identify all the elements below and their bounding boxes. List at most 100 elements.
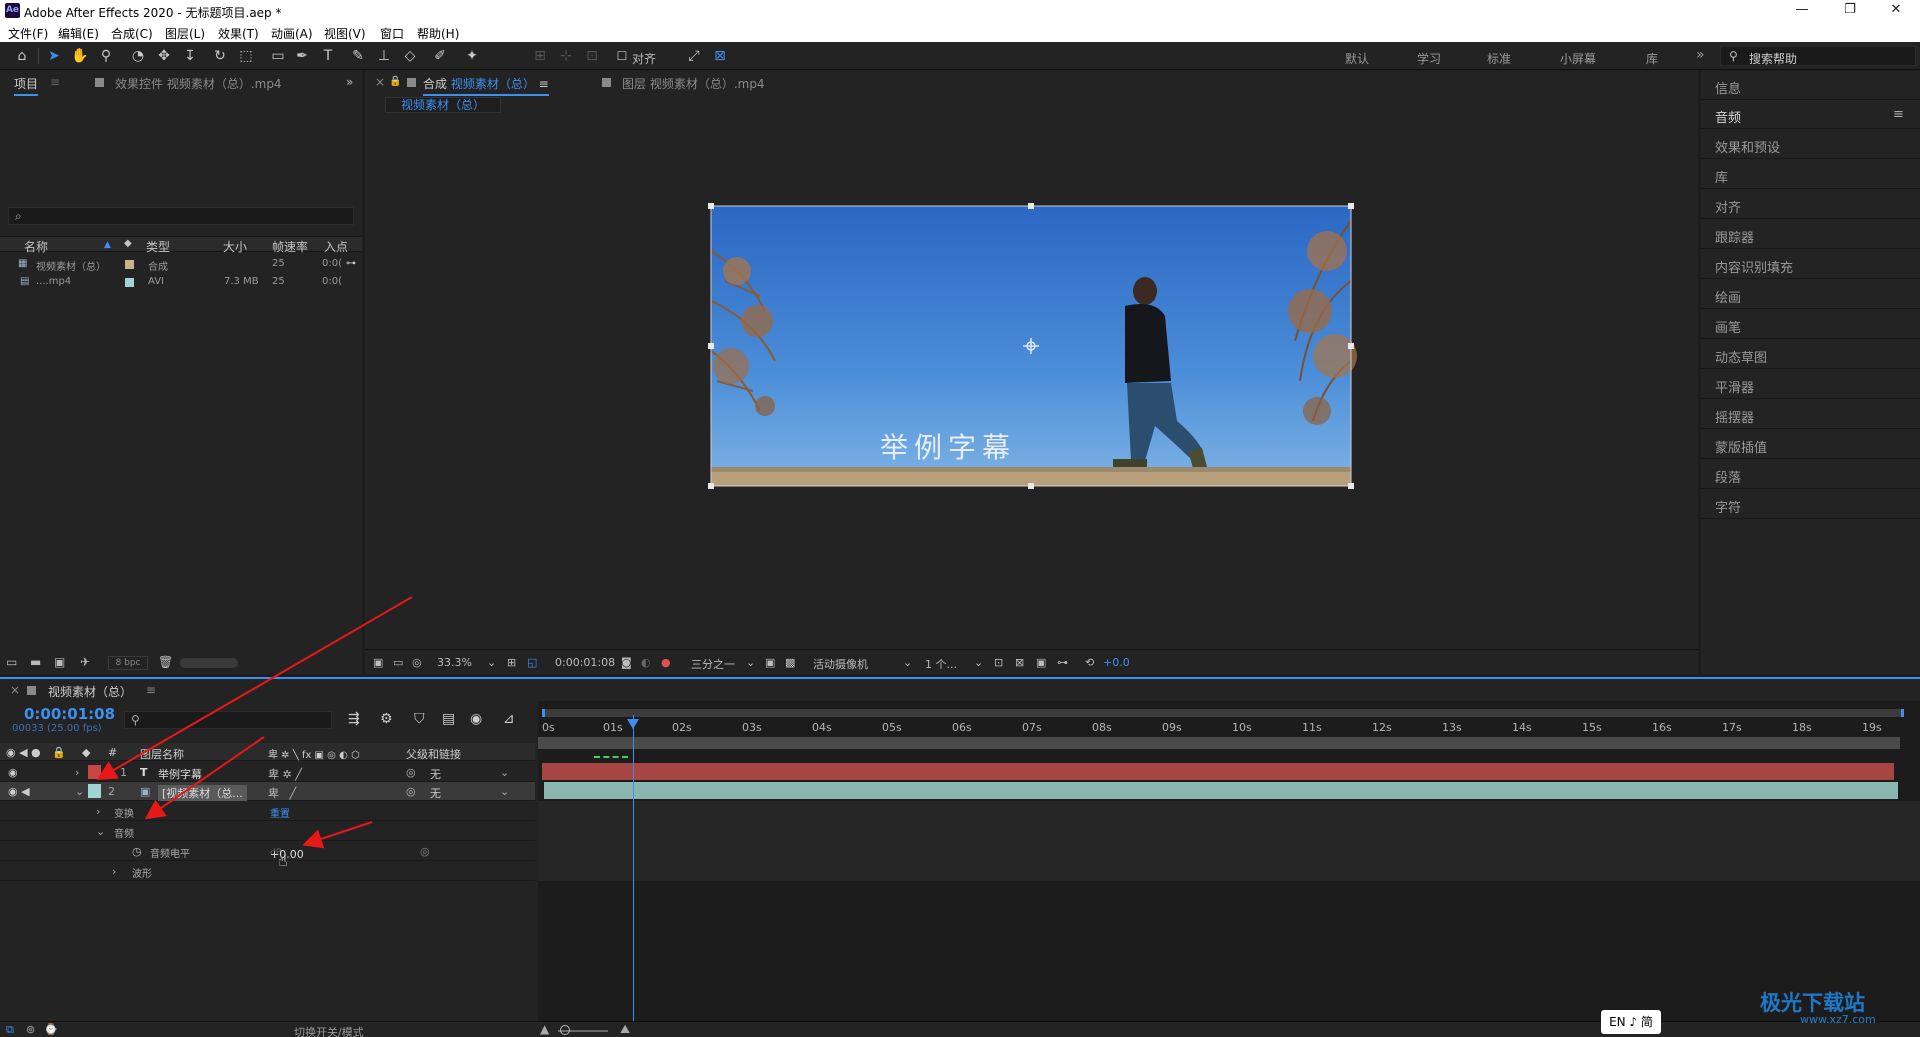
home-icon[interactable]: ⌂: [12, 47, 32, 65]
layer-switches[interactable]: 卑 ✲ ╱: [268, 766, 302, 782]
zoom-out-icon[interactable]: ▲: [540, 1022, 549, 1036]
transfer-controls-icon[interactable]: ⊚: [26, 1023, 35, 1036]
dolly-camera-icon[interactable]: ↧: [180, 47, 200, 65]
brush-tool-icon[interactable]: ✎: [348, 47, 368, 65]
timeline-track-area[interactable]: 0s 01s 02s 03s 04s 05s 06s 07s 08s 09s 1…: [538, 701, 1920, 1021]
help-search-input[interactable]: ⚲ 搜索帮助: [1720, 46, 1916, 66]
layer-label-color[interactable]: [88, 784, 101, 798]
transparency-grid-icon[interactable]: ▩: [785, 656, 795, 669]
panel-motion-sketch[interactable]: 动态草图: [1701, 340, 1920, 369]
tab-effect-controls[interactable]: 效果控件 视频素材（总）.mp4: [115, 75, 282, 92]
panel-character[interactable]: 字符: [1701, 490, 1920, 519]
camera-chevron-icon[interactable]: ⌄: [903, 656, 912, 669]
shy-layers-icon[interactable]: ⛉: [414, 711, 425, 727]
ruler-scrub-bar[interactable]: [538, 737, 1900, 749]
menu-composition[interactable]: 合成(C): [111, 25, 153, 42]
menu-file[interactable]: 文件(F): [8, 25, 48, 42]
workspace-standard[interactable]: 标准: [1487, 50, 1511, 67]
menu-edit[interactable]: 编辑(E): [58, 25, 99, 42]
views-dropdown[interactable]: 1 个...: [925, 656, 957, 672]
col-in-point[interactable]: 入点: [324, 238, 348, 255]
project-item[interactable]: ▦ 视频素材（总） 合成 25 0:0( ⊶: [0, 255, 362, 273]
anchor-tool-icon[interactable]: ⬚: [236, 47, 256, 65]
frame-blending-icon[interactable]: ▤: [442, 711, 455, 727]
local-axis-icon[interactable]: ⊞: [530, 47, 550, 65]
col-size[interactable]: 大小: [223, 238, 247, 255]
menu-layer[interactable]: 图层(L): [165, 25, 205, 42]
col-framerate[interactable]: 帧速率: [272, 238, 308, 255]
menu-animation[interactable]: 动画(A): [271, 25, 313, 42]
resolution-chevron-icon[interactable]: ⌄: [746, 656, 755, 669]
timeline-search-input[interactable]: ⚲: [124, 711, 332, 729]
panel-mask-interpolation[interactable]: 蒙版插值: [1701, 430, 1920, 459]
title-safe-icon[interactable]: ⊞: [507, 656, 516, 669]
workspace-learn[interactable]: 学习: [1417, 50, 1441, 67]
menu-window[interactable]: 窗口: [380, 25, 404, 42]
world-axis-icon[interactable]: ⊹: [556, 47, 576, 65]
camera-dropdown[interactable]: 活动摄像机: [813, 656, 868, 672]
always-preview-icon[interactable]: ▣: [373, 656, 383, 669]
graph-editor-icon[interactable]: ⊿: [503, 711, 515, 727]
toggle-switches-modes[interactable]: 切换开关/模式: [294, 1024, 364, 1037]
zoom-tool-icon[interactable]: ⚲: [96, 47, 116, 65]
tab-timeline[interactable]: 视频素材（总）: [48, 683, 132, 700]
panel-smoother[interactable]: 平滑器: [1701, 370, 1920, 399]
timeline-layer-row[interactable]: ◉ ◀ ⌄ 2 ▣ [视频素材（总... 卑 ╱ ◎ 无 ⌄: [0, 782, 535, 801]
menu-effect[interactable]: 效果(T): [218, 25, 259, 42]
ime-indicator[interactable]: EN ♪ 简: [1601, 1010, 1661, 1034]
project-menu-icon[interactable]: ≡: [50, 75, 60, 89]
panel-paragraph[interactable]: 段落: [1701, 460, 1920, 489]
zoom-chevron-icon[interactable]: ⌄: [487, 656, 496, 669]
pickwhip-icon[interactable]: ◎: [406, 766, 416, 779]
toggle-pixel-aspect-icon[interactable]: ⊡: [994, 656, 1003, 669]
layer-label-color[interactable]: [88, 765, 101, 779]
timeline-current-time[interactable]: 0:00:01:08: [24, 705, 115, 723]
collapse-chevron-icon[interactable]: ⌄: [96, 825, 105, 838]
expression-pickwhip-icon[interactable]: ◎: [420, 845, 430, 858]
snapping-checkbox[interactable]: ☐: [612, 47, 632, 65]
panel-overflow-icon[interactable]: »: [346, 75, 353, 89]
trash-icon[interactable]: 🗑: [158, 655, 173, 669]
composition-viewer[interactable]: 举例字幕: [365, 121, 1698, 641]
parent-chevron-icon[interactable]: ⌄: [500, 785, 509, 798]
render-time-icon[interactable]: ⌚: [44, 1023, 58, 1036]
tab-layer[interactable]: 图层 视频素材（总）.mp4: [622, 75, 765, 92]
playhead-handle[interactable]: [627, 719, 639, 729]
workspace-default[interactable]: 默认: [1345, 50, 1369, 67]
views-chevron-icon[interactable]: ⌄: [974, 656, 983, 669]
comp-breadcrumb[interactable]: 视频素材（总）: [385, 97, 501, 113]
workspace-libraries[interactable]: 库: [1646, 50, 1658, 67]
new-composition-icon[interactable]: ▣: [54, 655, 65, 669]
vr-icon[interactable]: ◎: [412, 656, 422, 669]
channel-icon[interactable]: ●: [661, 656, 671, 669]
close-comp-tab-button[interactable]: ×: [375, 75, 385, 89]
property-row[interactable]: ◷ 音频电平 +0.00 dB ◎: [0, 842, 535, 861]
selection-tool-icon[interactable]: ➤: [44, 47, 64, 65]
col-parent[interactable]: 父级和链接: [406, 746, 461, 762]
panel-align[interactable]: 对齐: [1701, 190, 1920, 219]
close-timeline-tab-button[interactable]: ×: [10, 683, 20, 697]
current-time-display[interactable]: 0:00:01:08: [555, 656, 615, 669]
puppet-pin-icon[interactable]: ✦: [462, 47, 482, 65]
menu-view[interactable]: 视图(V): [324, 25, 366, 42]
panel-info[interactable]: 信息: [1701, 71, 1920, 100]
time-ruler[interactable]: 0s 01s 02s 03s 04s 05s 06s 07s 08s 09s 1…: [538, 715, 1920, 737]
panel-tracker[interactable]: 跟踪器: [1701, 220, 1920, 249]
text-layer-bar[interactable]: [542, 763, 1894, 780]
view-axis-icon[interactable]: ⊡: [582, 47, 602, 65]
reset-exposure-icon[interactable]: ⟲: [1085, 656, 1094, 669]
stopwatch-icon[interactable]: ◷: [132, 845, 142, 858]
bit-depth-button[interactable]: 8 bpc: [108, 656, 148, 670]
rotate-tool-icon[interactable]: ↻: [210, 47, 230, 65]
pan-camera-icon[interactable]: ✥: [154, 47, 174, 65]
visibility-eye-icon[interactable]: ◉ ◀: [8, 785, 30, 798]
expand-chevron-icon[interactable]: ›: [96, 805, 100, 818]
snap-edges-icon[interactable]: ⤢: [684, 47, 704, 65]
clone-stamp-icon[interactable]: ⊥: [374, 47, 394, 65]
expand-chevron-icon[interactable]: ›: [75, 766, 79, 779]
thumbnail-slider[interactable]: [180, 658, 238, 668]
property-group-row[interactable]: › 波形: [0, 862, 535, 881]
video-layer-bar[interactable]: [544, 782, 1898, 799]
col-type[interactable]: 类型: [146, 238, 170, 255]
motion-blur-icon[interactable]: ◉: [470, 711, 482, 727]
